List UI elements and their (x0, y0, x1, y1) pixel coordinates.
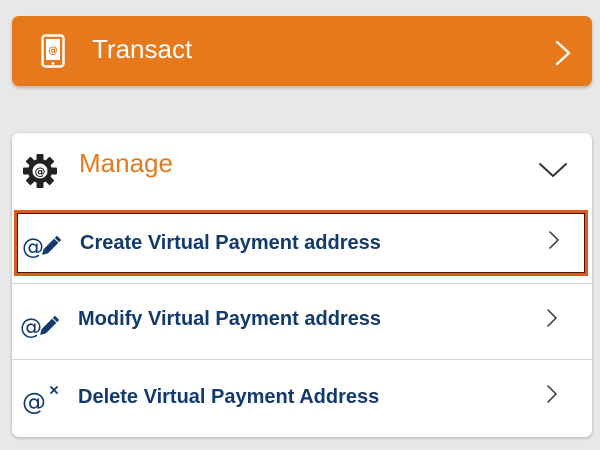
svg-text:@: @ (20, 315, 42, 340)
at-pencil-icon: @ (22, 235, 62, 260)
chevron-right-icon (547, 309, 557, 327)
at-pencil-icon: @ (20, 315, 60, 340)
delete-vpa-item[interactable]: @ Delete Virtual Payment Address (12, 359, 592, 437)
manage-header[interactable]: @ Manage (12, 133, 592, 208)
gear-at-icon: @ (23, 154, 57, 188)
create-vpa-label: Create Virtual Payment address (80, 232, 381, 254)
svg-text:@: @ (48, 46, 58, 57)
modify-vpa-item[interactable]: @ Modify Virtual Payment address (12, 283, 592, 359)
at-cross-icon: @ (22, 386, 58, 414)
chevron-down-icon[interactable] (538, 162, 568, 178)
modify-vpa-label: Modify Virtual Payment address (78, 308, 382, 330)
manage-card: @ Manage @ Create Virtual Payment addres… (12, 133, 592, 437)
transact-label: Transact (92, 34, 193, 64)
svg-text:@: @ (22, 388, 46, 414)
manage-title: Manage (79, 148, 173, 178)
svg-text:@: @ (22, 235, 44, 260)
svg-text:@: @ (35, 165, 46, 178)
delete-vpa-label: Delete Virtual Payment Address (78, 386, 380, 408)
mobile-at-icon: @ (41, 34, 65, 68)
chevron-right-icon[interactable] (554, 40, 572, 66)
create-vpa-item[interactable]: @ Create Virtual Payment address (14, 210, 588, 276)
chevron-right-icon (549, 231, 559, 249)
chevron-right-icon (547, 385, 557, 403)
transact-card[interactable]: @ Transact (12, 16, 592, 86)
